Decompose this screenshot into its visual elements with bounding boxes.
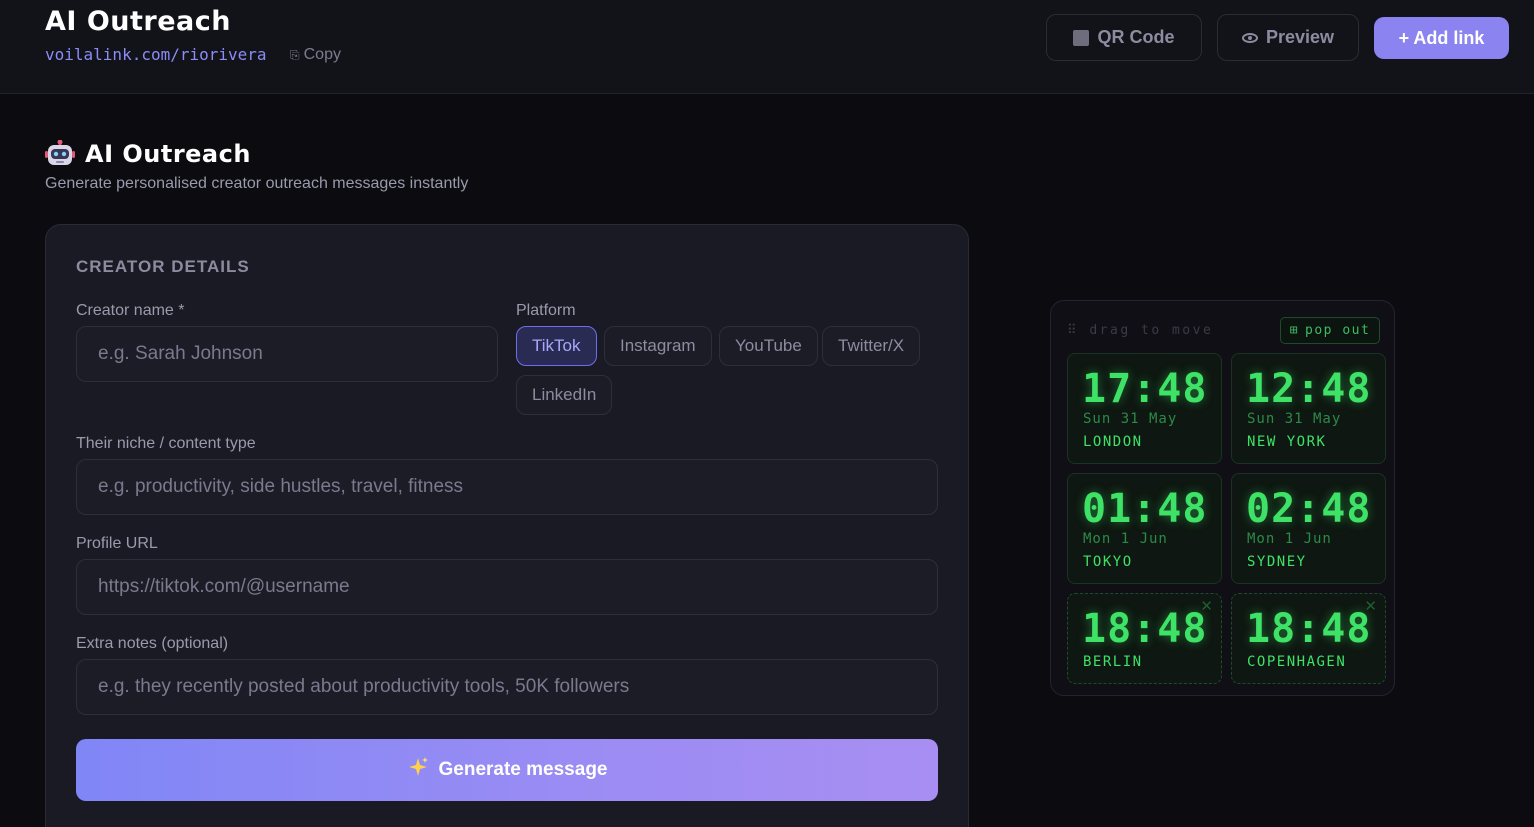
clock-city: TOKYO	[1083, 554, 1133, 570]
creator-name-label: Creator name *	[76, 302, 185, 319]
profile-link-url[interactable]: voilalink.com/riorivera	[45, 45, 267, 64]
qr-code-label: QR Code	[1097, 27, 1175, 47]
add-link-label: + Add link	[1398, 27, 1485, 48]
platform-chip-instagram[interactable]: Instagram	[604, 326, 712, 366]
generate-message-button[interactable]: Generate message	[76, 739, 938, 801]
clock-time: 18:48	[1082, 606, 1208, 652]
generate-message-label: Generate message	[438, 759, 608, 780]
qr-code-icon	[1073, 29, 1090, 46]
world-clock-widget[interactable]: ⠿ drag to move ⊞ pop out 17:48 Sun 31 May…	[1050, 300, 1395, 696]
clock-date: Mon 1 Jun	[1083, 531, 1168, 547]
robot-icon	[45, 139, 75, 168]
copy-link-button[interactable]: ⎘ Copy	[290, 46, 341, 64]
clock-time: 18:48	[1246, 606, 1372, 652]
add-link-button[interactable]: + Add link	[1374, 17, 1509, 59]
clock-city: LONDON	[1083, 434, 1143, 450]
drag-handle[interactable]: ⠿ drag to move	[1067, 323, 1213, 338]
clock-time: 12:48	[1246, 366, 1372, 412]
preview-label: Preview	[1265, 27, 1335, 47]
clock-time: 01:48	[1082, 486, 1208, 532]
creator-details-card: CREATOR DETAILS Creator name * Platform …	[45, 224, 969, 827]
clock-tile-sydney: 02:48 Mon 1 Jun SYDNEY	[1231, 473, 1386, 584]
clock-city: SYDNEY	[1247, 554, 1307, 570]
clock-tile-new-york: 12:48 Sun 31 May NEW YORK	[1231, 353, 1386, 464]
drag-hint-label: drag to move	[1089, 323, 1214, 338]
pop-out-button[interactable]: ⊞ pop out	[1280, 317, 1380, 344]
clock-tile-copenhagen: ✕ 18:48 COPENHAGEN	[1231, 593, 1386, 684]
page-title: AI Outreach	[85, 140, 251, 168]
platform-chip-linkedin[interactable]: LinkedIn	[516, 375, 613, 415]
clock-date: Mon 1 Jun	[1247, 531, 1332, 547]
pop-out-label: pop out	[1305, 323, 1371, 338]
pop-out-icon: ⊞	[1289, 323, 1300, 338]
clock-tile-berlin: ✕ 18:48 BERLIN	[1067, 593, 1222, 684]
creator-name-input[interactable]	[76, 326, 498, 382]
eye-icon	[1241, 32, 1258, 43]
copy-icon: ⎘	[290, 48, 300, 62]
top-bar: AI Outreach voilalink.com/riorivera ⎘ Cop…	[0, 0, 1534, 94]
qr-code-button[interactable]: QR Code	[1046, 14, 1202, 61]
clock-tile-london: 17:48 Sun 31 May LONDON	[1067, 353, 1222, 464]
page-heading: AI Outreach	[45, 139, 251, 168]
platform-chip-youtube[interactable]: YouTube	[719, 326, 818, 366]
clock-city: BERLIN	[1083, 654, 1143, 670]
copy-label: Copy	[303, 46, 341, 63]
page-subtitle: Generate personalised creator outreach m…	[45, 175, 469, 192]
clock-date: Sun 31 May	[1083, 411, 1178, 427]
extra-notes-input[interactable]	[76, 659, 938, 715]
clock-date: Sun 31 May	[1247, 411, 1342, 427]
clock-time: 02:48	[1246, 486, 1372, 532]
preview-button[interactable]: Preview	[1217, 14, 1359, 61]
clock-city: NEW YORK	[1247, 434, 1327, 450]
profile-url-label: Profile URL	[76, 535, 158, 552]
clock-time: 17:48	[1082, 366, 1208, 412]
platform-label: Platform	[516, 302, 576, 319]
platform-chip-twitter[interactable]: Twitter/X	[822, 326, 921, 366]
clock-tile-tokyo: 01:48 Mon 1 Jun TOKYO	[1067, 473, 1222, 584]
profile-url-input[interactable]	[76, 559, 938, 615]
niche-label: Their niche / content type	[76, 435, 256, 452]
section-label: CREATOR DETAILS	[76, 257, 250, 276]
app-title: AI Outreach	[45, 6, 231, 37]
niche-input[interactable]	[76, 459, 938, 515]
clock-city: COPENHAGEN	[1247, 654, 1347, 670]
platform-chip-tiktok[interactable]: TikTok	[516, 326, 597, 366]
extra-notes-label: Extra notes (optional)	[76, 635, 229, 652]
sparkles-icon	[407, 756, 429, 784]
